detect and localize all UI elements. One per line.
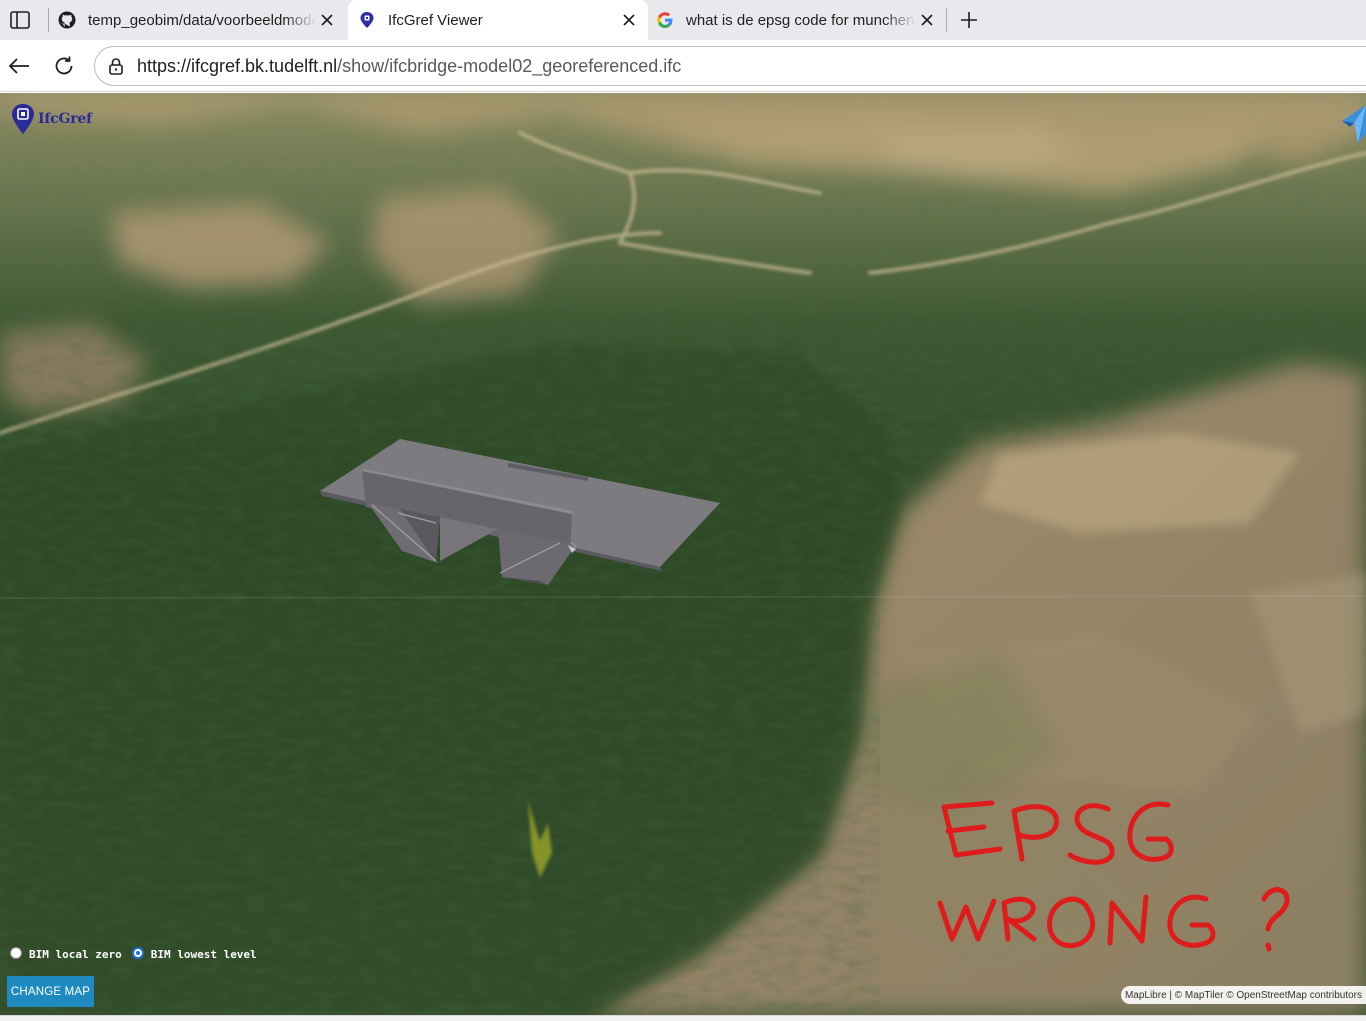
- tab-strip: temp_geobim/data/voorbeeldmodellen IfcGr…: [0, 0, 1366, 40]
- tab-github[interactable]: temp_geobim/data/voorbeeldmodellen: [48, 0, 346, 40]
- tab-ifcgref-viewer[interactable]: IfcGref Viewer: [348, 0, 648, 40]
- reload-icon: [55, 56, 73, 75]
- back-button[interactable]: [4, 51, 34, 81]
- lock-icon[interactable]: [107, 57, 125, 75]
- url-host: https://ifcgref.bk.tudelft.nl: [137, 56, 338, 76]
- radio-bim-local-zero[interactable]: [10, 947, 22, 959]
- ifcgref-pin-icon: [12, 104, 34, 134]
- google-icon: [656, 11, 674, 29]
- ifcgref-logo: IfcGref: [10, 103, 92, 135]
- github-icon: [58, 11, 76, 29]
- reload-button[interactable]: [49, 51, 79, 81]
- window-bottom-edge: [0, 1015, 1366, 1021]
- tab-title: IfcGref Viewer: [388, 11, 483, 29]
- sidebar-toggle-button[interactable]: [6, 6, 34, 34]
- url-text[interactable]: https://ifcgref.bk.tudelft.nl/show/ifcbr…: [137, 56, 681, 77]
- sidebar-icon: [10, 11, 30, 29]
- close-tab-icon[interactable]: [618, 9, 640, 31]
- radio-label: BIM local zero: [29, 948, 122, 961]
- address-bar[interactable]: https://ifcgref.bk.tudelft.nl/show/ifcbr…: [94, 46, 1366, 86]
- height-reference-options: BIM local zero BIM lowest level: [10, 945, 267, 961]
- compass-icon[interactable]: [1336, 103, 1366, 143]
- arrow-left-icon: [8, 58, 29, 74]
- tab-google-search[interactable]: what is de epsg code for munchen: [646, 0, 946, 40]
- map-attribution[interactable]: MapLibre | © MapTiler © OpenStreetMap co…: [1120, 986, 1366, 1004]
- url-path: /show/ifcbridge-model02_georeferenced.if…: [337, 56, 682, 76]
- change-map-button[interactable]: CHANGE MAP: [7, 976, 94, 1007]
- close-tab-icon[interactable]: [316, 9, 338, 31]
- logo-text: IfcGref: [38, 111, 92, 127]
- tab-title: temp_geobim/data/voorbeeldmodellen: [88, 11, 316, 29]
- tab-title: what is de epsg code for munchen: [686, 11, 915, 29]
- browser-toolbar: https://ifcgref.bk.tudelft.nl/show/ifcbr…: [0, 40, 1366, 92]
- map-viewport[interactable]: IfcGref BIM local zero BIM lowest level …: [0, 93, 1366, 1015]
- handwritten-annotation: [937, 800, 1290, 952]
- ifcgref-pin-icon: [358, 11, 376, 29]
- tab-separator: [946, 8, 947, 32]
- new-tab-button[interactable]: [955, 6, 983, 34]
- radio-label: BIM lowest level: [150, 948, 257, 961]
- plus-icon: [961, 12, 977, 28]
- radio-bim-lowest-level[interactable]: [131, 947, 144, 959]
- close-tab-icon[interactable]: [916, 9, 938, 31]
